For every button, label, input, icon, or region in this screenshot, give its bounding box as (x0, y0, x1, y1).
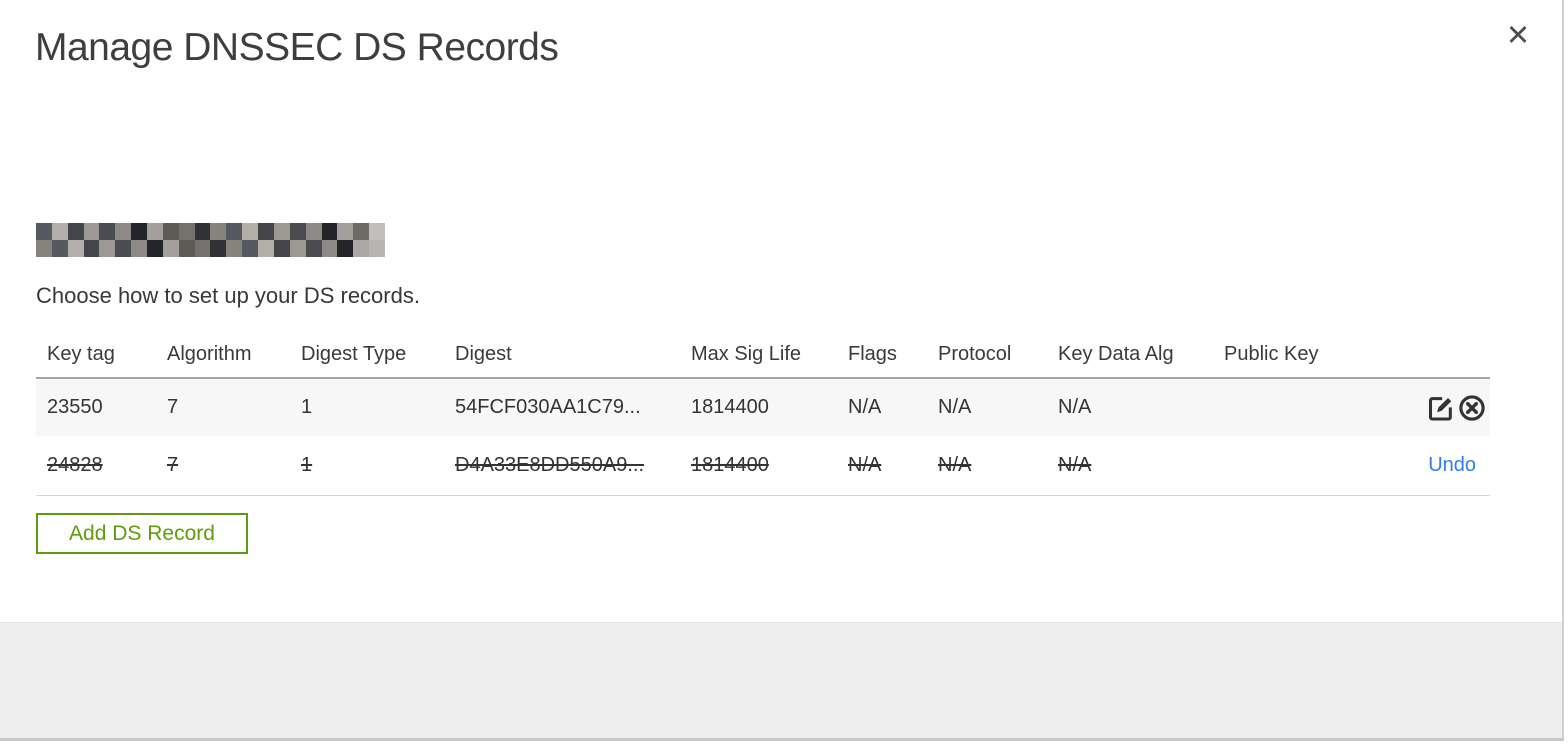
cell-flags: N/A (848, 454, 882, 476)
cell-protocol: N/A (938, 396, 972, 418)
row-actions (1224, 394, 1490, 422)
cell-protocol: N/A (938, 454, 972, 476)
page-title: Manage DNSSEC DS Records (35, 26, 559, 69)
modal-footer: Save Cancel (0, 622, 1564, 738)
add-ds-record-button[interactable]: Add DS Record (36, 513, 248, 554)
col-header-digest-type: Digest Type (301, 342, 407, 365)
redacted-domain (36, 223, 385, 257)
cell-key-tag: 24828 (47, 454, 103, 476)
close-icon[interactable]: ✕ (1500, 18, 1536, 54)
cell-digest: D4A33E8DD550A9... (455, 454, 645, 476)
modal-right-border (1562, 0, 1564, 740)
col-header-max-sig-life: Max Sig Life (691, 342, 802, 365)
col-header-algorithm: Algorithm (167, 342, 252, 365)
row-actions: Undo (1224, 454, 1490, 477)
modal-bottom-border (0, 738, 1564, 741)
table-row-deleted: 24828 7 1 D4A33E8DD550A9... 1814400 N/A … (36, 436, 1490, 496)
cell-flags: N/A (848, 396, 882, 418)
col-header-key-tag: Key tag (47, 342, 115, 365)
ds-records-table: Key tag Algorithm Digest Type Digest Max… (36, 331, 1490, 496)
col-header-digest: Digest (455, 342, 512, 365)
manage-dnssec-modal: Manage DNSSEC DS Records ✕ Choose how to… (0, 0, 1568, 746)
cell-key-data-alg: N/A (1058, 396, 1092, 418)
cell-max-sig-life: 1814400 (691, 454, 769, 476)
undo-link[interactable]: Undo (1428, 454, 1476, 476)
edit-record-icon[interactable] (1427, 394, 1455, 422)
cell-algorithm: 7 (167, 396, 179, 418)
col-header-key-data-alg: Key Data Alg (1058, 342, 1174, 365)
table-row: 23550 7 1 54FCF030AA1C79... 1814400 N/A … (36, 377, 1490, 436)
cell-digest: 54FCF030AA1C79... (455, 396, 641, 418)
col-header-flags: Flags (848, 342, 897, 365)
cell-algorithm: 7 (167, 454, 179, 476)
cell-key-data-alg: N/A (1058, 454, 1092, 476)
cell-key-tag: 23550 (47, 396, 103, 418)
table-header-row: Key tag Algorithm Digest Type Digest Max… (36, 331, 1490, 377)
col-header-public-key: Public Key (1224, 342, 1319, 365)
cell-max-sig-life: 1814400 (691, 396, 769, 418)
instruction-text: Choose how to set up your DS records. (36, 283, 420, 308)
cell-digest-type: 1 (301, 396, 313, 418)
cell-digest-type: 1 (301, 454, 313, 476)
delete-record-icon[interactable] (1458, 394, 1486, 422)
col-header-protocol: Protocol (938, 342, 1012, 365)
